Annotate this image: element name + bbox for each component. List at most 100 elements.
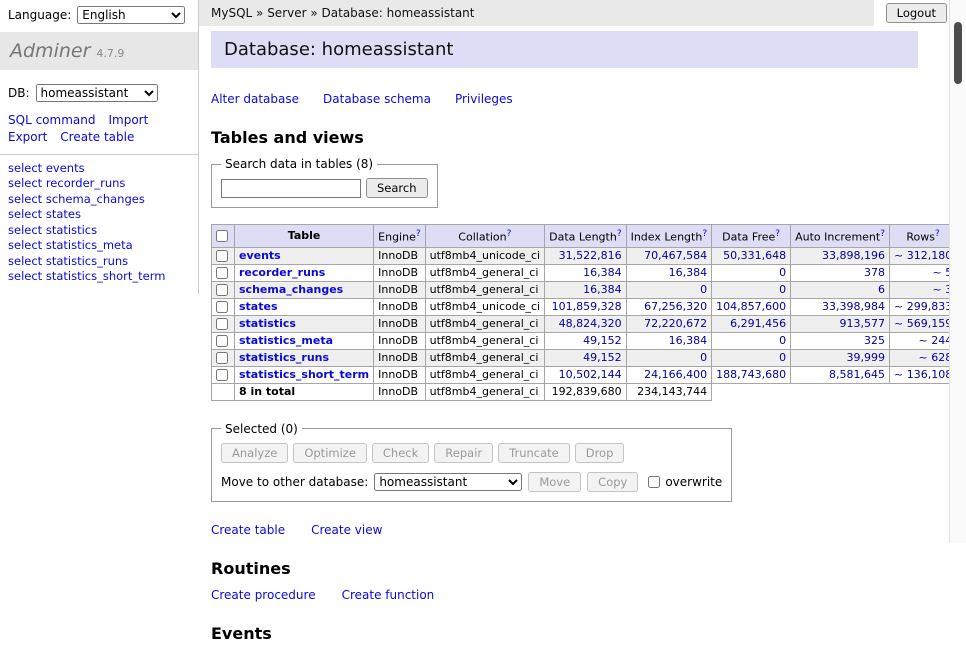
table-name-link-schema-changes[interactable]: schema_changes: [239, 283, 343, 296]
sidebar-link-export[interactable]: Export: [8, 130, 47, 144]
move-database-select[interactable]: homeassistant: [374, 473, 522, 491]
database-schema-link[interactable]: Database schema: [323, 92, 431, 106]
privileges-link[interactable]: Privileges: [455, 92, 513, 106]
db-select[interactable]: homeassistant: [36, 84, 158, 102]
row-checkbox-events[interactable]: [216, 250, 228, 262]
rows-link[interactable]: ~ 244: [918, 334, 952, 347]
table-link-statistics[interactable]: statistics: [46, 223, 97, 237]
breadcrumb-link-mysql[interactable]: MySQL: [211, 6, 252, 20]
rows-link[interactable]: ~ 569,159: [894, 317, 952, 330]
index-length-link[interactable]: 72,220,672: [644, 317, 707, 330]
rows-link[interactable]: ~ 628: [918, 351, 952, 364]
select-all-checkbox[interactable]: [216, 230, 228, 242]
help-link-data-length[interactable]: ?: [617, 229, 622, 239]
scrollbar-thumb[interactable]: [954, 22, 962, 84]
breadcrumb-link-server[interactable]: Server: [267, 6, 306, 20]
index-length-link[interactable]: 70,467,584: [644, 249, 707, 262]
row-checkbox-statistics-runs[interactable]: [216, 352, 228, 364]
help-link-index-length[interactable]: ?: [702, 229, 707, 239]
search-button[interactable]: Search: [366, 178, 428, 198]
sidebar-link-create-table[interactable]: Create table: [60, 130, 134, 144]
select-link-states[interactable]: select: [8, 207, 42, 221]
alter-database-link[interactable]: Alter database: [211, 92, 299, 106]
table-link-statistics-runs[interactable]: statistics_runs: [46, 254, 128, 268]
help-link-auto-increment[interactable]: ?: [880, 229, 885, 239]
rows-link[interactable]: ~ 299,833: [894, 300, 952, 313]
data-length-link[interactable]: 31,522,816: [559, 249, 622, 262]
table-link-statistics-short-term[interactable]: statistics_short_term: [46, 269, 166, 283]
table-link-schema-changes[interactable]: schema_changes: [46, 192, 145, 206]
index-length-link[interactable]: 0: [700, 283, 707, 296]
auto-increment-link[interactable]: 913,577: [840, 317, 886, 330]
row-checkbox-statistics-short-term[interactable]: [216, 369, 228, 381]
create-view-link[interactable]: Create view: [311, 523, 382, 537]
select-link-schema-changes[interactable]: select: [8, 192, 42, 206]
data-free-link[interactable]: 104,857,600: [716, 300, 786, 313]
logout-button[interactable]: Logout: [886, 3, 947, 23]
overwrite-checkbox[interactable]: [648, 476, 660, 488]
data-length-link[interactable]: 101,859,328: [552, 300, 622, 313]
select-link-recorder-runs[interactable]: select: [8, 176, 42, 190]
table-name-link-states[interactable]: states: [239, 300, 278, 313]
select-link-statistics-runs[interactable]: select: [8, 254, 42, 268]
table-name-link-events[interactable]: events: [239, 249, 281, 262]
table-name-link-recorder-runs[interactable]: recorder_runs: [239, 266, 325, 279]
truncate-button[interactable]: Truncate: [498, 443, 570, 463]
create-table-link[interactable]: Create table: [211, 523, 285, 537]
data-free-link[interactable]: 50,331,648: [723, 249, 786, 262]
table-name-link-statistics[interactable]: statistics: [239, 317, 296, 330]
row-checkbox-schema-changes[interactable]: [216, 284, 228, 296]
create-procedure-link[interactable]: Create procedure: [211, 588, 316, 602]
index-length-link[interactable]: 0: [700, 351, 707, 364]
auto-increment-link[interactable]: 8,581,645: [829, 368, 885, 381]
copy-button[interactable]: Copy: [587, 472, 638, 492]
move-button[interactable]: Move: [528, 472, 581, 492]
help-link-collation[interactable]: ?: [507, 229, 512, 239]
data-free-link[interactable]: 0: [779, 334, 786, 347]
sidebar-link-sql-command[interactable]: SQL command: [8, 113, 95, 127]
table-link-states[interactable]: states: [46, 207, 81, 221]
auto-increment-link[interactable]: 6: [878, 283, 885, 296]
index-length-link[interactable]: 16,384: [669, 266, 708, 279]
index-length-link[interactable]: 67,256,320: [644, 300, 707, 313]
auto-increment-link[interactable]: 39,999: [847, 351, 886, 364]
data-free-link[interactable]: 6,291,456: [730, 317, 786, 330]
rows-link[interactable]: ~ 136,108: [894, 368, 952, 381]
index-length-link[interactable]: 16,384: [669, 334, 708, 347]
scrollbar[interactable]: [949, 0, 966, 543]
data-free-link[interactable]: 0: [779, 266, 786, 279]
index-length-link[interactable]: 24,166,400: [644, 368, 707, 381]
help-link-rows[interactable]: ?: [935, 229, 940, 239]
data-length-link[interactable]: 16,384: [583, 266, 622, 279]
select-link-statistics-short-term[interactable]: select: [8, 269, 42, 283]
table-link-recorder-runs[interactable]: recorder_runs: [46, 176, 126, 190]
table-link-statistics-meta[interactable]: statistics_meta: [46, 238, 133, 252]
auto-increment-link[interactable]: 325: [864, 334, 885, 347]
table-name-link-statistics-runs[interactable]: statistics_runs: [239, 351, 329, 364]
data-free-link[interactable]: 188,743,680: [716, 368, 786, 381]
optimize-button[interactable]: Optimize: [293, 443, 367, 463]
auto-increment-link[interactable]: 33,398,984: [822, 300, 885, 313]
check-button[interactable]: Check: [372, 443, 429, 463]
select-link-statistics-meta[interactable]: select: [8, 238, 42, 252]
sidebar-link-import[interactable]: Import: [108, 113, 148, 127]
select-link-statistics[interactable]: select: [8, 223, 42, 237]
table-name-link-statistics-short-term[interactable]: statistics_short_term: [239, 368, 369, 381]
auto-increment-link[interactable]: 33,898,196: [822, 249, 885, 262]
repair-button[interactable]: Repair: [434, 443, 493, 463]
create-function-link[interactable]: Create function: [342, 588, 435, 602]
data-length-link[interactable]: 49,152: [583, 351, 622, 364]
language-select[interactable]: English: [77, 6, 185, 24]
row-checkbox-recorder-runs[interactable]: [216, 267, 228, 279]
search-input[interactable]: [221, 179, 361, 198]
analyze-button[interactable]: Analyze: [221, 443, 288, 463]
table-name-link-statistics-meta[interactable]: statistics_meta: [239, 334, 333, 347]
rows-link[interactable]: ~ 312,180: [894, 249, 952, 262]
row-checkbox-states[interactable]: [216, 301, 228, 313]
select-link-events[interactable]: select: [8, 161, 42, 175]
data-length-link[interactable]: 48,824,320: [559, 317, 622, 330]
data-free-link[interactable]: 0: [779, 283, 786, 296]
row-checkbox-statistics[interactable]: [216, 318, 228, 330]
help-link-data-free[interactable]: ?: [775, 229, 780, 239]
data-length-link[interactable]: 49,152: [583, 334, 622, 347]
